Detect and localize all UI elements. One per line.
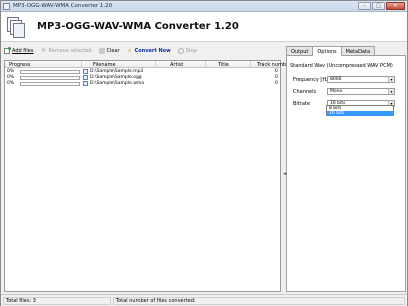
converted-count-status: Total number of files converted: — [113, 297, 405, 305]
tab-output[interactable]: Output — [286, 46, 314, 55]
stop-button[interactable]: Stop — [177, 47, 198, 54]
lightning-icon: ⚡ — [127, 46, 133, 55]
maximize-button[interactable]: □ — [372, 2, 385, 10]
audio-file-icon — [83, 81, 88, 86]
audio-file-icon — [83, 75, 88, 80]
window-controls: – □ ✕ — [358, 2, 405, 11]
filename-cell: D:\Sample\Sample.ogg — [90, 75, 142, 80]
panel-splitter[interactable] — [283, 171, 285, 183]
progress-bar — [20, 76, 80, 80]
total-files-status: Total files: 3 — [3, 297, 111, 305]
add-files-label: Add files — [12, 47, 34, 54]
stop-icon — [177, 47, 184, 54]
progress-bar — [20, 70, 80, 74]
clear-icon — [98, 47, 105, 54]
filename-cell: D:\Sample\Sample.wma — [90, 81, 145, 86]
frequency-value: 8000 — [330, 77, 342, 82]
chevron-down-icon: ▾ — [388, 77, 394, 82]
title-bar[interactable]: MP3-OGG-WAV-WMA Converter 1.20 – □ ✕ — [1, 1, 407, 12]
progress-percent: 0% — [7, 81, 15, 86]
close-button[interactable]: ✕ — [386, 2, 405, 10]
remove-selected-button[interactable]: ✕ Remove selected — [40, 46, 92, 54]
bitrate-dropdown-list: 8 bits 16 bits — [326, 105, 394, 116]
add-files-button[interactable]: Add files — [4, 46, 34, 54]
column-filename[interactable]: Filename — [93, 62, 116, 68]
app-logo-icon — [7, 17, 27, 39]
bitrate-option-16[interactable]: 16 bits — [327, 111, 393, 116]
filename-cell: D:\Sample\Sample.mp3 — [90, 69, 144, 74]
track-number-cell: 0 — [275, 69, 278, 74]
progress-bar — [20, 82, 80, 86]
track-number-cell: 0 — [275, 75, 278, 80]
frequency-label: Frequency [Hz] — [293, 77, 331, 83]
bitrate-label: Bitrate — [293, 101, 310, 107]
channels-label: Channels — [293, 89, 317, 95]
options-tabs: Output Options MetaData — [286, 46, 376, 56]
tab-metadata[interactable]: MetaData — [340, 46, 376, 55]
convert-now-label: Convert Now — [134, 47, 171, 54]
options-panel: Output Options MetaData Standard Wav (Un… — [286, 46, 406, 292]
clear-button[interactable]: Clear — [98, 47, 120, 54]
app-header: MP3-OGG-WAV-WMA Converter 1.20 — [1, 12, 407, 42]
toolbar: Add files ✕ Remove selected Clear ⚡ Conv… — [4, 46, 197, 55]
table-row[interactable]: 0% D:\Sample\Sample.wma 0 — [5, 81, 280, 87]
status-bar: Total files: 3 Total number of files con… — [1, 294, 407, 306]
clear-label: Clear — [106, 47, 120, 54]
progress-percent: 0% — [7, 69, 15, 74]
app-icon — [3, 3, 10, 10]
tab-options[interactable]: Options — [312, 46, 342, 56]
format-heading: Standard Wav (Uncompressed WAV PCM) — [290, 63, 393, 69]
app-title: MP3-OGG-WAV-WMA Converter 1.20 — [37, 21, 239, 32]
remove-icon: ✕ — [40, 46, 47, 54]
remove-selected-label: Remove selected — [48, 47, 92, 54]
file-list[interactable]: Progress Filename Artist Title Track num… — [4, 60, 291, 292]
options-tab-body: Standard Wav (Uncompressed WAV PCM) Freq… — [286, 55, 406, 292]
audio-file-icon — [83, 69, 88, 74]
column-title[interactable]: Title — [218, 62, 229, 68]
add-file-icon — [4, 46, 11, 54]
chevron-down-icon: ▾ — [388, 89, 394, 94]
minimize-button[interactable]: – — [358, 2, 371, 10]
convert-now-button[interactable]: ⚡ Convert Now — [127, 46, 171, 55]
frequency-select[interactable]: 8000 ▾ — [327, 76, 395, 83]
stop-label: Stop — [185, 47, 198, 54]
column-progress[interactable]: Progress — [9, 62, 30, 68]
progress-percent: 0% — [7, 75, 15, 80]
file-list-header: Progress Filename Artist Title Track num… — [5, 61, 291, 68]
window-title: MP3-OGG-WAV-WMA Converter 1.20 — [13, 3, 113, 9]
channels-value: Mono — [330, 89, 343, 94]
app-window: MP3-OGG-WAV-WMA Converter 1.20 – □ ✕ MP3… — [0, 0, 408, 306]
track-number-cell: 0 — [275, 81, 278, 86]
channels-select[interactable]: Mono ▾ — [327, 88, 395, 95]
column-artist[interactable]: Artist — [170, 62, 183, 68]
